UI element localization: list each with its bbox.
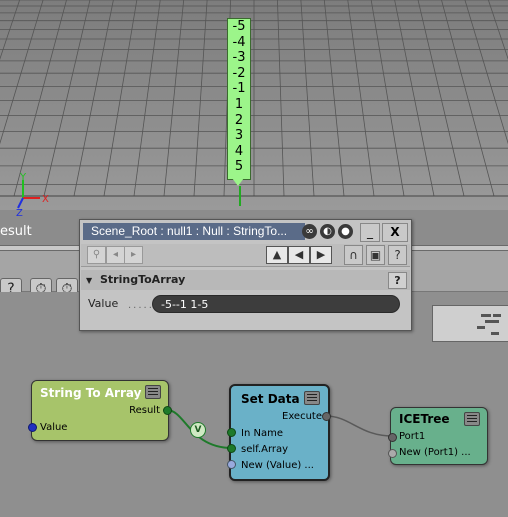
property-page-window[interactable]: Scene_Root : null1 : Null : StringTo... … (79, 219, 412, 331)
input-port-new-port1[interactable] (388, 449, 397, 458)
recycle-icon[interactable]: ∞ (302, 224, 317, 239)
array-label-box: -5 -4 -3 -2 -1 1 2 3 4 5 (227, 18, 251, 180)
label-value: 4 (234, 143, 244, 159)
value-input[interactable]: -5--1 1-5 (152, 295, 400, 313)
minimap-node (485, 320, 499, 323)
ppg-toolbar: ⚲ ◂ ▸ ▲ ◀ ▶ ∩ ▣ ? (81, 244, 410, 267)
minimap-node (477, 326, 485, 329)
label-value: 1 (234, 96, 244, 112)
node-title: Set Data (241, 392, 300, 406)
up-arrow-button[interactable]: ▲ (266, 246, 288, 264)
ground-grid (0, 0, 508, 210)
label-value: 3 (234, 128, 244, 144)
search-icon[interactable]: ⚲ (87, 246, 106, 264)
minimap-node (481, 314, 491, 317)
chevron-down-icon[interactable]: ▼ (86, 276, 92, 285)
port-result-label: Result (129, 405, 160, 416)
node-menu-icon[interactable] (304, 391, 320, 405)
input-port-self-array[interactable] (227, 444, 236, 453)
input-port-new-value[interactable] (227, 460, 236, 469)
node-set-data[interactable]: Set Data Execute In Name self.Array New … (229, 384, 330, 481)
node-menu-icon[interactable] (145, 385, 161, 399)
lock-icon[interactable]: ● (338, 224, 353, 239)
value-label: Value (88, 297, 119, 310)
close-button[interactable]: X (382, 223, 408, 242)
forward-button[interactable]: ▸ (124, 246, 143, 264)
minimap-node (491, 332, 499, 335)
axis-y-label: Y (19, 172, 27, 183)
output-port-result[interactable] (163, 406, 172, 415)
refresh-icon[interactable]: ▣ (366, 245, 385, 265)
axis-z-label: Z (16, 208, 23, 219)
3d-viewport[interactable]: -5 -4 -3 -2 -1 1 2 3 4 5 Y X Z esult (0, 0, 508, 245)
help-icon[interactable]: ? (388, 245, 407, 265)
graph-minimap[interactable] (432, 305, 508, 342)
port-execute-label: Execute (282, 411, 322, 422)
viewport-result-label: esult (0, 224, 32, 239)
magnet-icon[interactable]: ∩ (344, 245, 363, 265)
label-value: -4 (232, 34, 246, 50)
section-title: StringToArray (100, 273, 186, 286)
output-port-execute[interactable] (322, 412, 331, 421)
keyframe-icon[interactable]: ◐ (320, 224, 335, 239)
label-value: -1 (232, 81, 246, 97)
port-new-value-label: New (Value) ... (241, 460, 314, 471)
input-port-value[interactable] (28, 423, 37, 432)
label-value: 2 (234, 112, 244, 128)
type-converter-icon[interactable]: V (190, 422, 206, 438)
label-pointer (232, 178, 244, 186)
node-menu-icon[interactable] (464, 412, 480, 426)
minimize-button[interactable]: _ (360, 223, 380, 242)
section-help-button[interactable]: ? (388, 272, 407, 289)
label-value: 5 (234, 159, 244, 175)
minimap-node (493, 314, 501, 317)
null-object-marker (239, 186, 241, 206)
input-port-in-name[interactable] (227, 428, 236, 437)
right-arrow-button[interactable]: ▶ (310, 246, 332, 264)
port-self-array-label: self.Array (241, 444, 289, 455)
node-string-to-array[interactable]: String To Array Result Value (31, 380, 169, 441)
port-in-name-label: In Name (241, 428, 283, 439)
axis-gizmo-icon: Y X Z (16, 172, 49, 219)
port-port1-label: Port1 (399, 431, 426, 442)
left-arrow-button[interactable]: ◀ (288, 246, 310, 264)
label-value: -2 (232, 65, 246, 81)
input-port-port1[interactable] (388, 433, 397, 442)
node-icetree[interactable]: ICETree Port1 New (Port1) ... (390, 407, 488, 465)
node-title: ICETree (399, 412, 450, 426)
port-new-port1-label: New (Port1) ... (399, 447, 471, 458)
axis-x-label: X (42, 194, 49, 205)
node-title: String To Array (40, 386, 142, 400)
section-header[interactable]: ▼ StringToArray ? (81, 270, 410, 290)
label-value: -3 (232, 50, 246, 66)
port-value-label: Value (40, 422, 68, 433)
ppg-title-bar[interactable]: Scene_Root : null1 : Null : StringTo... (83, 223, 305, 240)
label-value: -5 (232, 19, 246, 34)
back-button[interactable]: ◂ (106, 246, 125, 264)
